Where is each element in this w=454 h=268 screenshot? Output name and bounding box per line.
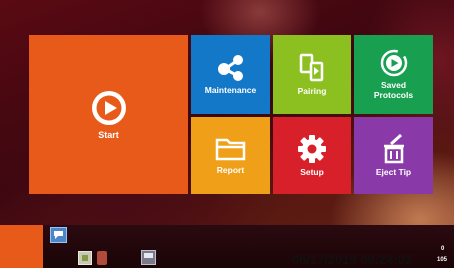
play-circle-icon bbox=[91, 91, 126, 125]
folder-icon bbox=[215, 138, 245, 161]
pairing-label: Pairing bbox=[297, 86, 327, 96]
maintenance-tile[interactable]: Maintenance bbox=[191, 35, 270, 114]
document-icon[interactable] bbox=[78, 251, 92, 265]
saved-protocols-tile[interactable]: Saved Protocols bbox=[354, 35, 433, 114]
start-corner[interactable] bbox=[0, 225, 43, 268]
eject-tip-tile[interactable]: Eject Tip bbox=[354, 117, 433, 194]
maintenance-label: Maintenance bbox=[204, 85, 257, 95]
trash-icon[interactable] bbox=[97, 251, 107, 265]
start-label: Start bbox=[98, 130, 119, 140]
chat-bubble-icon bbox=[54, 231, 63, 239]
indicator-bottom: 105 bbox=[437, 257, 448, 263]
indicator-top: 0 bbox=[441, 246, 445, 252]
share-nodes-icon bbox=[217, 55, 243, 81]
report-label: Report bbox=[216, 165, 245, 175]
play-circle-icon bbox=[380, 49, 407, 77]
report-tile[interactable]: Report bbox=[191, 117, 270, 194]
datetime-display: 06/17/2019 09:24:03 bbox=[292, 253, 412, 267]
chat-icon[interactable] bbox=[50, 227, 67, 243]
eject-tip-icon bbox=[383, 134, 404, 164]
pairing-tile[interactable]: Pairing bbox=[273, 35, 351, 114]
eject-tip-label: Eject Tip bbox=[375, 167, 412, 177]
saved-protocols-label: Saved Protocols bbox=[373, 80, 414, 100]
printer-icon[interactable] bbox=[141, 250, 156, 265]
gear-icon bbox=[298, 135, 326, 163]
setup-label: Setup bbox=[300, 167, 324, 177]
setup-tile[interactable]: Setup bbox=[273, 117, 351, 194]
start-tile[interactable]: Start bbox=[29, 35, 188, 194]
home-screen: Start Maintenance Pairing Saved Protocol… bbox=[0, 0, 454, 268]
pairing-phone-icon bbox=[299, 53, 324, 82]
